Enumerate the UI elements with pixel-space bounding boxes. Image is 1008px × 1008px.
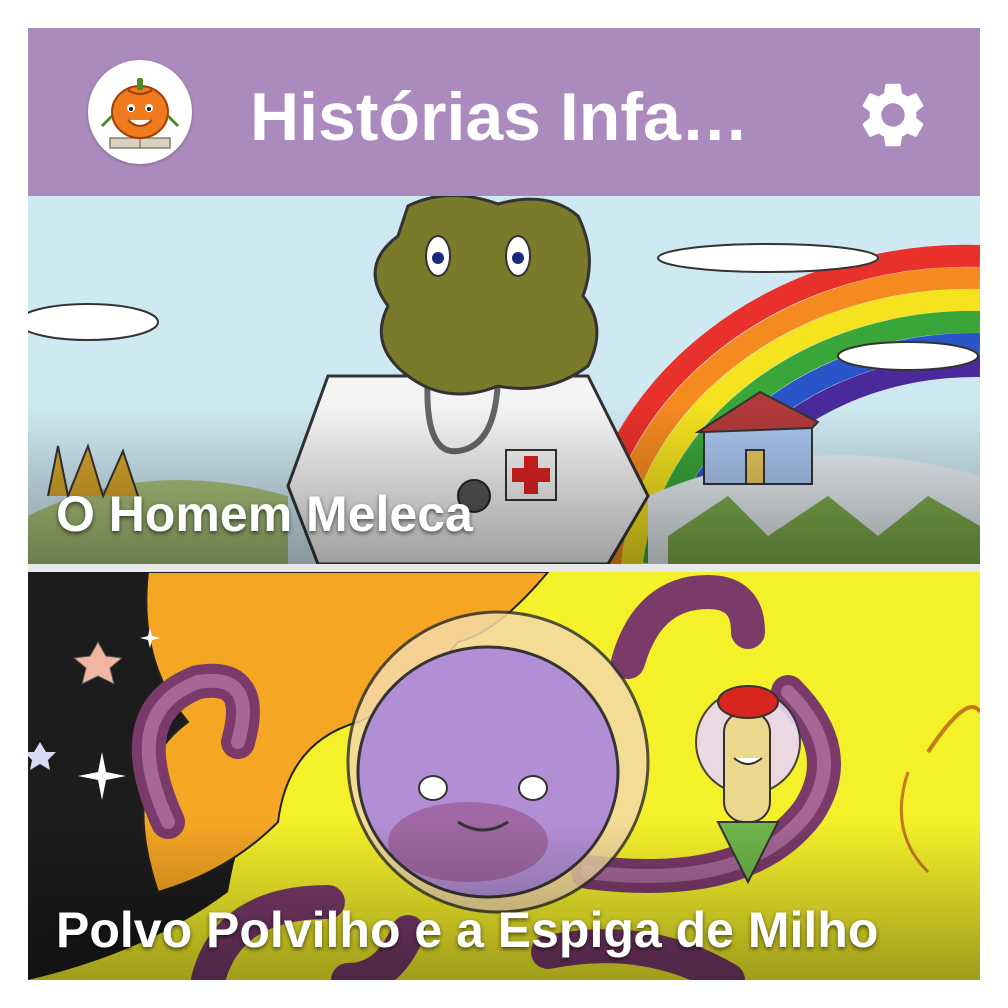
settings-button[interactable] — [854, 76, 932, 154]
app-screen: Histórias Infa… O Homem Meleca Polvo Pol… — [28, 28, 980, 980]
app-title: Histórias Infa… — [250, 79, 749, 155]
gear-icon — [862, 83, 924, 147]
story-title: O Homem Meleca — [56, 486, 473, 542]
app-logo — [88, 60, 192, 164]
story-card-homem-meleca[interactable]: O Homem Meleca — [28, 196, 980, 564]
pumpkin-book-logo-icon — [100, 78, 180, 149]
story-title: Polvo Polvilho e a Espiga de Milho — [56, 902, 879, 958]
story-card-polvo-polvilho[interactable]: Polvo Polvilho e a Espiga de Milho — [28, 572, 980, 980]
card-divider — [28, 564, 980, 572]
app-toolbar: Histórias Infa… — [28, 28, 980, 196]
